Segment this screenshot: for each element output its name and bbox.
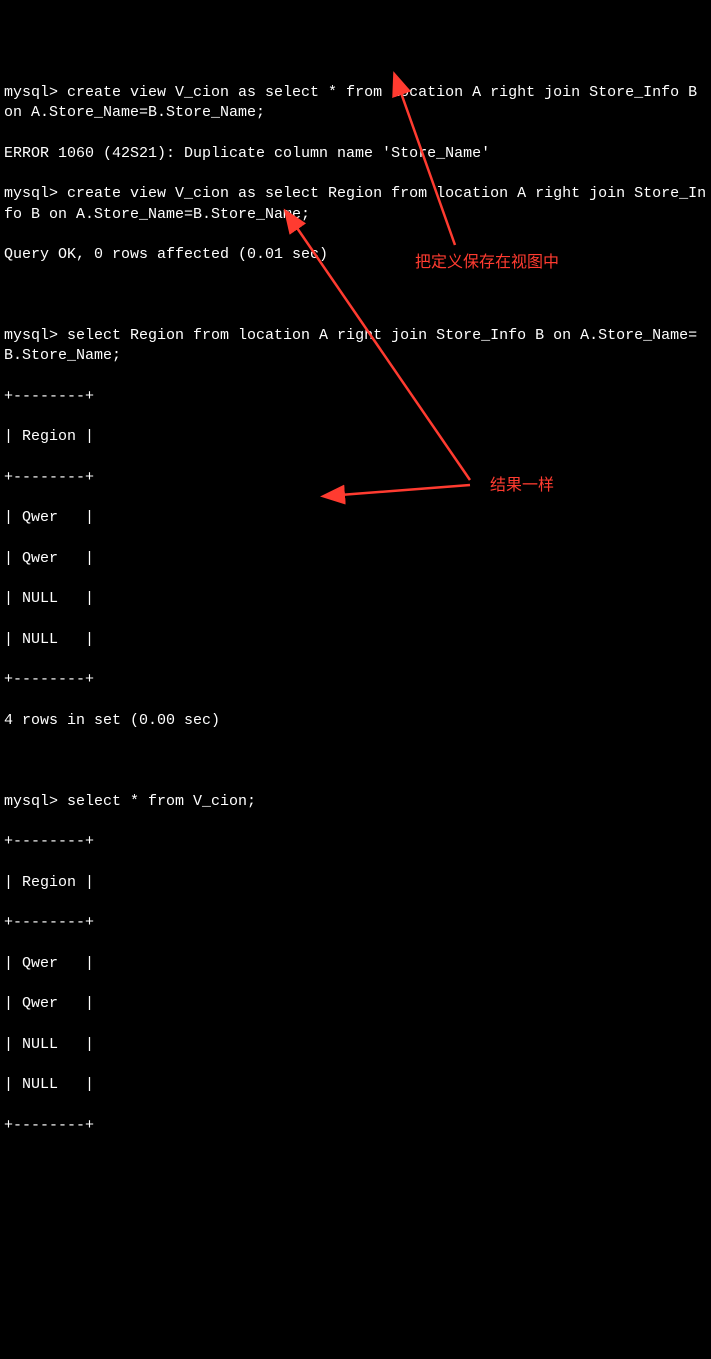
table1-footer: 4 rows in set (0.00 sec) xyxy=(4,711,707,731)
cmd-line-2: mysql> create view V_cion as select Regi… xyxy=(4,184,707,225)
table1-row: | Qwer | xyxy=(4,508,707,528)
table1-border-top: +--------+ xyxy=(4,387,707,407)
sql-command-4: select * from V_cion; xyxy=(67,793,256,810)
error-line-1: ERROR 1060 (42S21): Duplicate column nam… xyxy=(4,144,707,164)
prompt: mysql> xyxy=(4,84,67,101)
table1-header: | Region | xyxy=(4,427,707,447)
table1-border-bot: +--------+ xyxy=(4,670,707,690)
table1-row: | NULL | xyxy=(4,589,707,609)
result-line-2: Query OK, 0 rows affected (0.01 sec) xyxy=(4,245,707,265)
table2-row: | NULL | xyxy=(4,1075,707,1095)
prompt: mysql> xyxy=(4,793,67,810)
sql-command-2: create view V_cion as select Region from… xyxy=(4,185,706,222)
sql-command-3: select Region from location A right join… xyxy=(4,327,697,364)
prompt: mysql> xyxy=(4,327,67,344)
prompt: mysql> xyxy=(4,185,67,202)
table1-row: | NULL | xyxy=(4,630,707,650)
cmd-line-1: mysql> create view V_cion as select * fr… xyxy=(4,83,707,124)
table2-header: | Region | xyxy=(4,873,707,893)
cmd-line-4: mysql> select * from V_cion; xyxy=(4,792,707,812)
table2-border-mid: +--------+ xyxy=(4,913,707,933)
table2-border-bot: +--------+ xyxy=(4,1116,707,1136)
table2-border-top: +--------+ xyxy=(4,832,707,852)
table2-row: | Qwer | xyxy=(4,954,707,974)
blank-line xyxy=(4,751,707,771)
table2-row: | Qwer | xyxy=(4,994,707,1014)
table1-row: | Qwer | xyxy=(4,549,707,569)
cmd-line-3: mysql> select Region from location A rig… xyxy=(4,326,707,367)
table1-border-mid: +--------+ xyxy=(4,468,707,488)
table2-row: | NULL | xyxy=(4,1035,707,1055)
blank-line xyxy=(4,286,707,306)
sql-command-1: create view V_cion as select * from loca… xyxy=(4,84,706,121)
